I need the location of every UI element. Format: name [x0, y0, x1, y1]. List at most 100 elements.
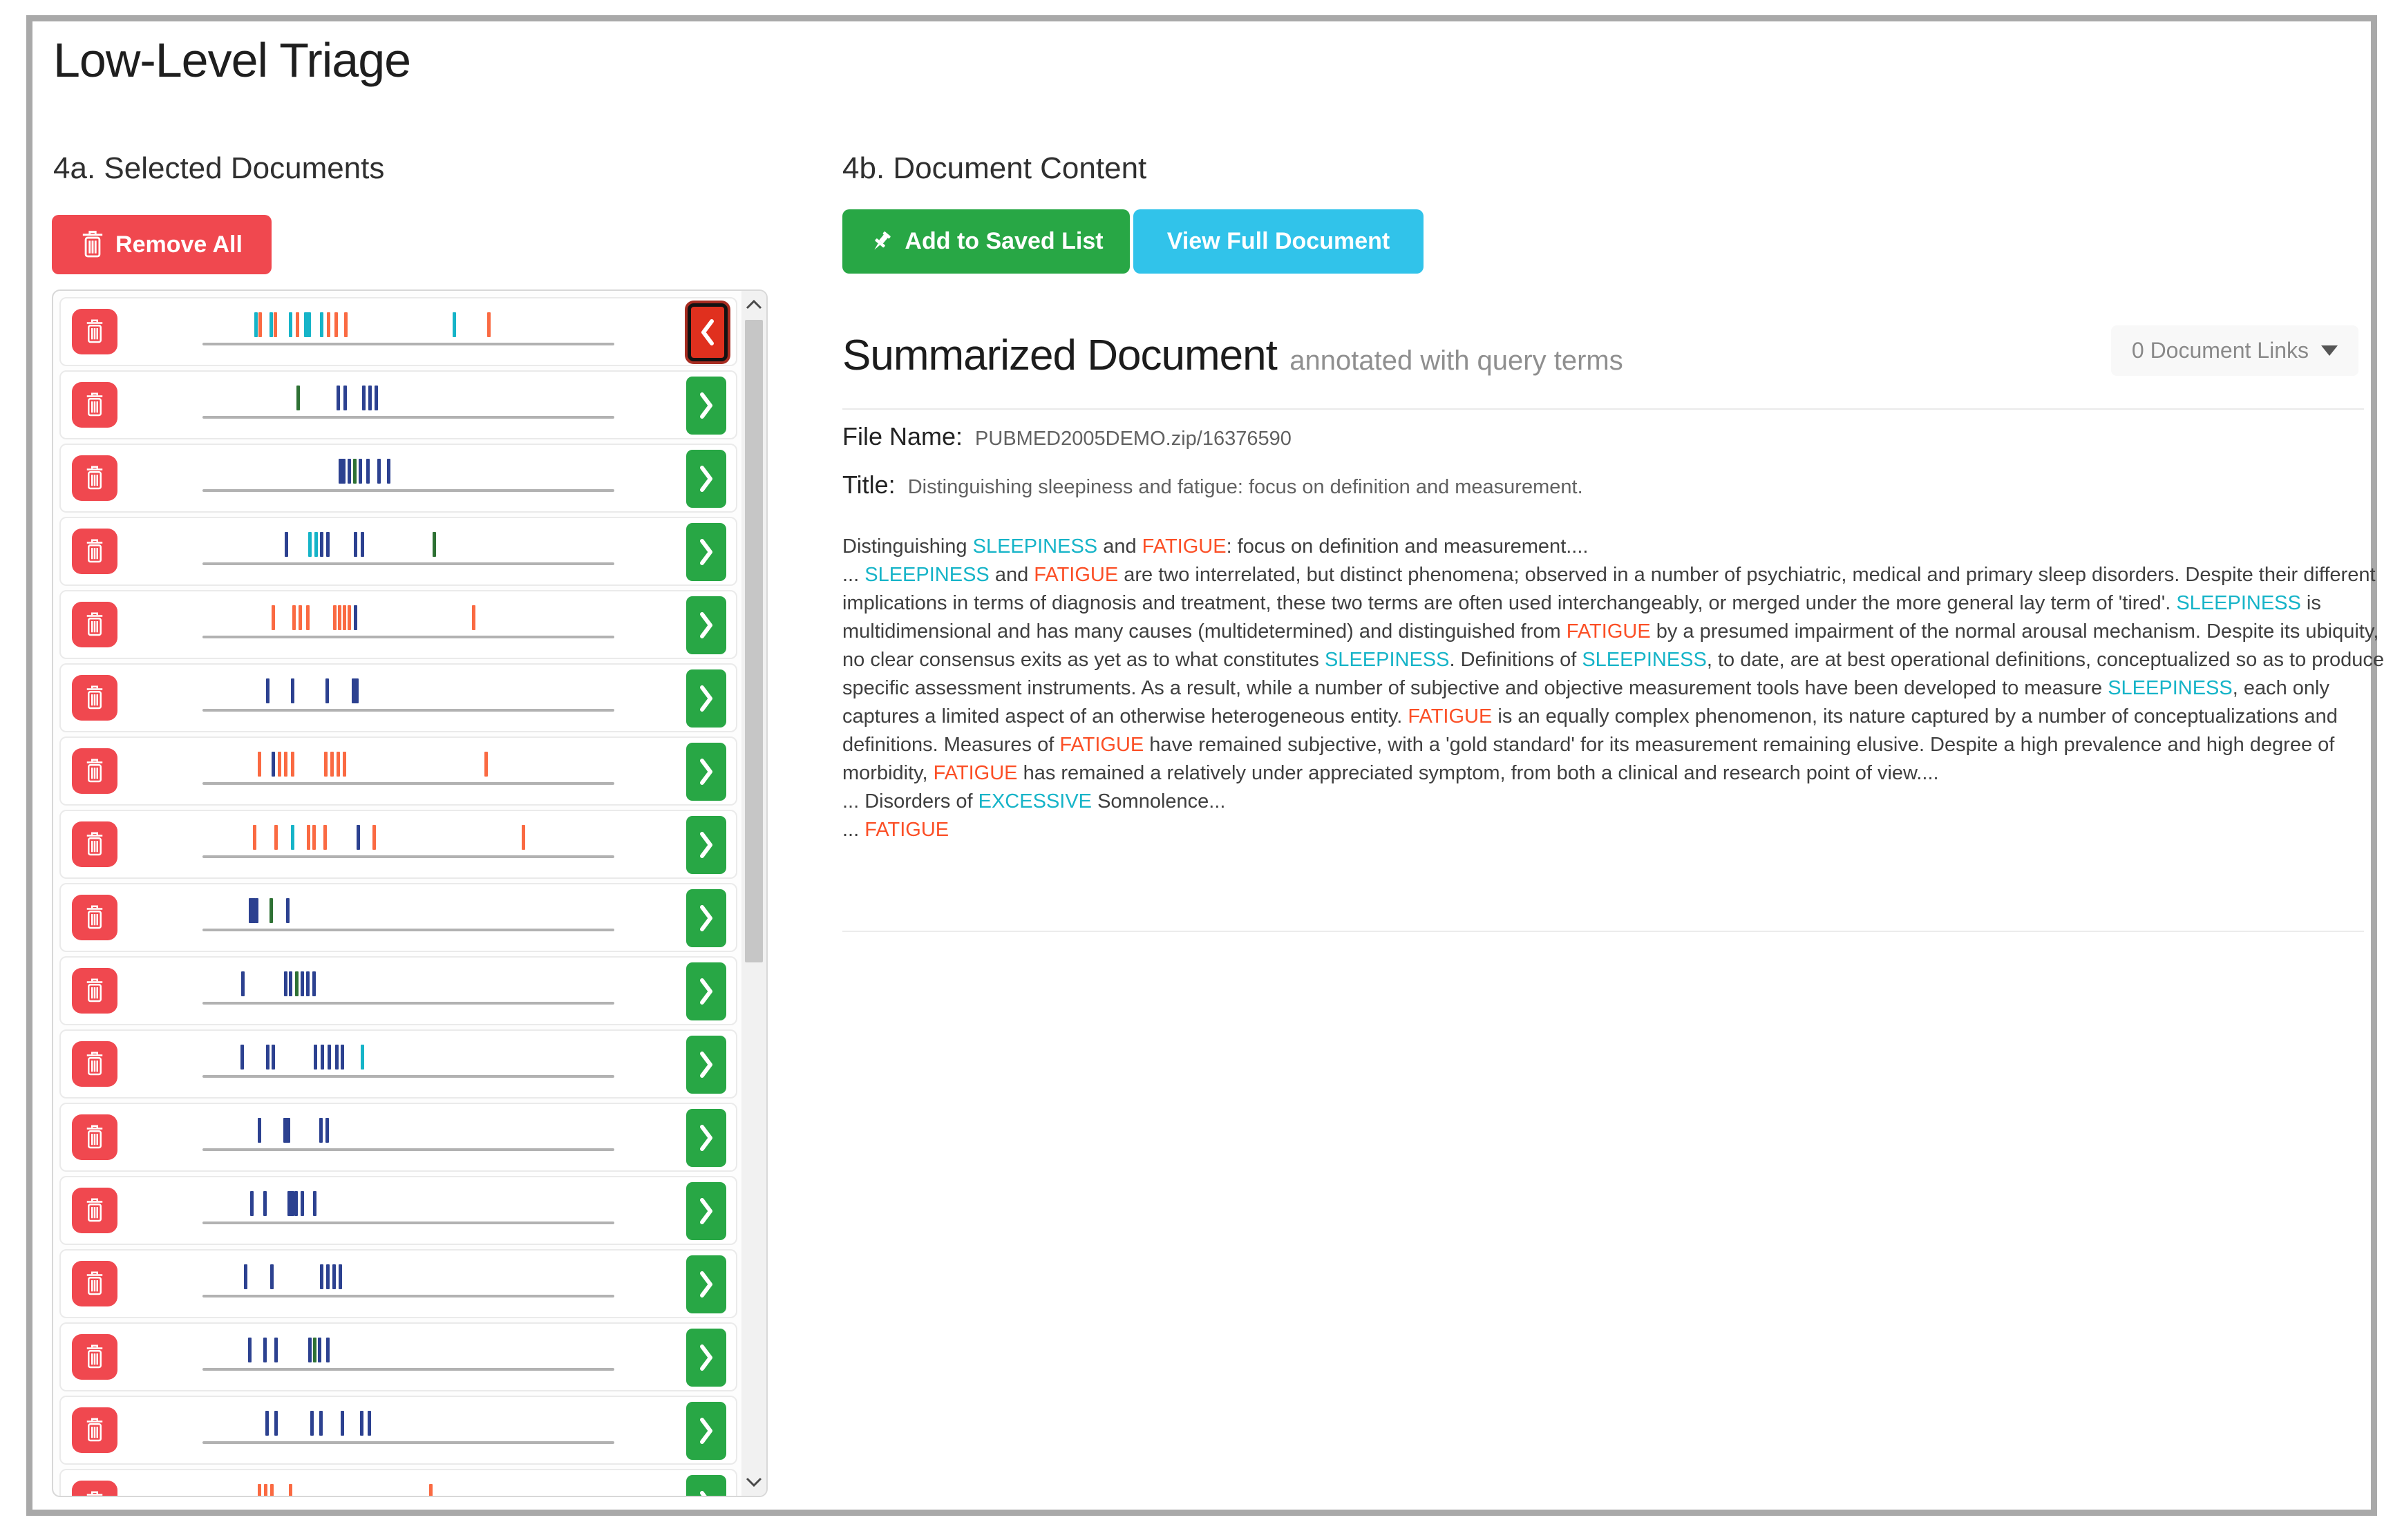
term-tick-navy — [289, 971, 292, 996]
summary-text-segment: : focus on definition and measurement...… — [1227, 535, 1589, 558]
open-document-button[interactable] — [686, 962, 726, 1020]
open-document-button[interactable] — [686, 1255, 726, 1313]
remove-document-button[interactable] — [72, 821, 117, 867]
document-links-dropdown[interactable]: 0 Document Links — [2111, 325, 2358, 376]
term-tick-teal — [289, 312, 292, 337]
remove-document-button[interactable] — [72, 382, 117, 428]
term-tick-orange — [522, 825, 525, 850]
file-name-label: File Name: — [842, 422, 963, 451]
query-term-highlight: FATIGUE — [864, 819, 949, 841]
open-document-button[interactable] — [686, 1036, 726, 1094]
remove-document-button[interactable] — [72, 748, 117, 794]
scroll-down-button[interactable] — [741, 1468, 766, 1496]
document-row — [59, 1322, 737, 1391]
open-document-button[interactable] — [686, 1182, 726, 1240]
term-tick-navy — [328, 1045, 331, 1070]
open-document-button[interactable] — [686, 816, 726, 874]
open-document-button[interactable] — [686, 743, 726, 801]
sparkline-baseline — [202, 343, 614, 345]
term-tick-navy — [283, 1118, 290, 1143]
remove-document-button[interactable] — [72, 968, 117, 1014]
remove-document-button[interactable] — [72, 1114, 117, 1160]
remove-document-button[interactable] — [72, 895, 117, 940]
term-tick-navy — [308, 1338, 312, 1362]
remove-document-button[interactable] — [72, 1481, 117, 1497]
remove-document-button[interactable] — [72, 529, 117, 574]
term-tick-navy — [255, 898, 258, 923]
open-document-button[interactable] — [686, 1109, 726, 1167]
remove-document-button[interactable] — [72, 1041, 117, 1087]
open-document-button[interactable] — [686, 596, 726, 654]
open-document-button[interactable] — [686, 1402, 726, 1460]
remove-document-button[interactable] — [72, 309, 117, 354]
summary-divider — [842, 931, 2364, 932]
add-to-saved-list-button[interactable]: Add to Saved List — [842, 209, 1130, 274]
remove-document-button[interactable] — [72, 1261, 117, 1306]
selected-document-button[interactable] — [688, 303, 728, 361]
file-name-row: File Name: PUBMED2005DEMO.zip/16376590 — [842, 422, 1292, 451]
document-row — [59, 736, 737, 806]
term-tick-orange — [289, 1484, 292, 1497]
summary-text-segment: and — [1097, 535, 1142, 558]
remove-all-button[interactable]: Remove All — [52, 215, 272, 274]
chevron-right-icon — [697, 610, 716, 640]
term-tick-navy — [339, 1264, 342, 1289]
term-tick-navy — [343, 386, 347, 410]
scrollbar-thumb[interactable] — [745, 320, 763, 962]
term-tick-orange — [312, 825, 316, 850]
open-document-button[interactable] — [686, 450, 726, 508]
term-tick-navy — [241, 971, 245, 996]
term-tick-navy — [266, 1045, 269, 1070]
term-tick-teal — [304, 312, 311, 337]
view-full-document-button[interactable]: View Full Document — [1133, 209, 1424, 274]
term-tick-orange — [264, 1484, 267, 1497]
term-tick-navy — [375, 386, 378, 410]
chevron-right-icon — [697, 1049, 716, 1080]
document-list-scrollbar[interactable] — [741, 291, 766, 1496]
term-tick-orange — [344, 312, 348, 337]
sparkline-baseline — [202, 489, 614, 492]
term-tick-navy — [319, 1118, 323, 1143]
remove-document-button[interactable] — [72, 602, 117, 647]
trash-icon — [84, 759, 105, 783]
term-tick-teal — [453, 312, 456, 337]
open-document-button[interactable] — [686, 523, 726, 581]
term-tick-orange — [343, 752, 346, 777]
term-tick-green — [296, 386, 300, 410]
open-document-button[interactable] — [686, 1475, 726, 1497]
term-tick-navy — [270, 1264, 274, 1289]
open-document-button[interactable] — [686, 1329, 726, 1387]
trash-icon — [84, 612, 105, 637]
remove-document-button[interactable] — [72, 1188, 117, 1233]
view-full-document-label: View Full Document — [1167, 228, 1390, 255]
term-tick-navy — [314, 1045, 317, 1070]
document-list — [53, 291, 741, 1496]
term-tick-navy — [291, 678, 294, 703]
chevron-right-icon — [697, 537, 716, 567]
open-document-button[interactable] — [686, 669, 726, 728]
chevron-right-icon — [697, 1196, 716, 1226]
remove-document-button[interactable] — [72, 1334, 117, 1380]
trash-icon — [84, 1491, 105, 1497]
document-row — [59, 517, 737, 586]
term-tick-navy — [319, 1411, 323, 1436]
term-tick-navy — [249, 898, 256, 923]
open-document-button[interactable] — [686, 377, 726, 435]
term-tick-navy — [337, 386, 340, 410]
summary-text-segment: has remained a relatively under apprecia… — [1018, 762, 1939, 784]
term-tick-navy — [265, 1411, 269, 1436]
selected-documents-list-box — [52, 289, 768, 1497]
remove-document-button[interactable] — [72, 675, 117, 721]
remove-document-button[interactable] — [72, 455, 117, 501]
term-tick-navy — [286, 898, 290, 923]
query-term-highlight: FATIGUE — [934, 762, 1018, 784]
term-tick-orange — [284, 752, 287, 777]
summarized-document-subtitle: annotated with query terms — [1289, 345, 1623, 376]
open-document-button[interactable] — [686, 889, 726, 947]
term-tick-navy — [294, 1191, 298, 1216]
term-tick-navy — [313, 1191, 316, 1216]
scroll-up-button[interactable] — [741, 291, 766, 319]
remove-document-button[interactable] — [72, 1407, 117, 1453]
term-tick-navy — [306, 971, 310, 996]
term-tick-orange — [274, 825, 278, 850]
